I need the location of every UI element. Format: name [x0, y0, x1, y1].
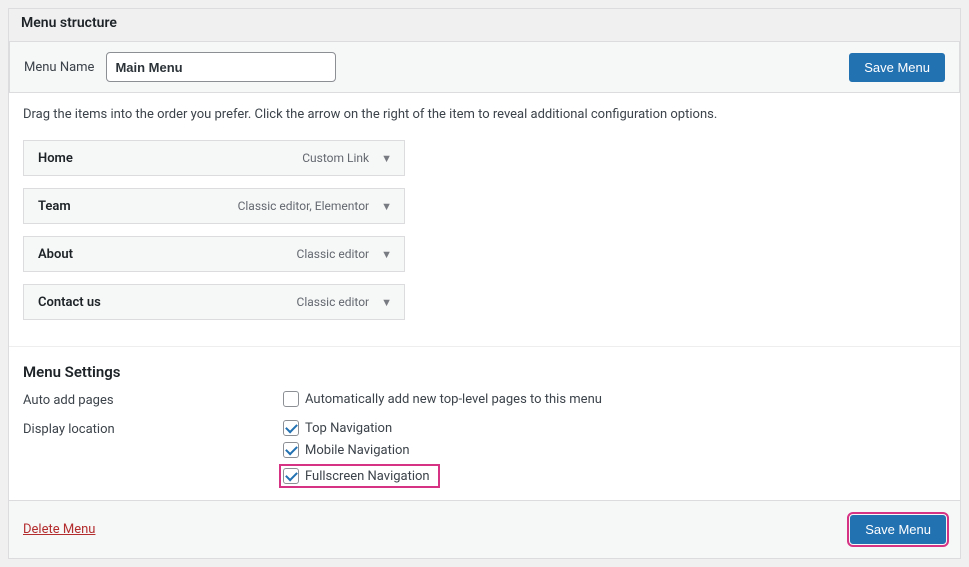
display-option-checkbox[interactable] — [283, 442, 299, 458]
menu-name-label: Menu Name — [24, 60, 94, 75]
display-option-label: Fullscreen Navigation — [305, 469, 430, 484]
display-option-checkbox[interactable] — [283, 420, 299, 436]
menu-name-input[interactable] — [106, 52, 336, 82]
footer-row: Delete Menu Save Menu — [9, 500, 960, 558]
display-option[interactable]: Top Navigation — [283, 420, 440, 436]
settings-title: Menu Settings — [23, 363, 946, 381]
auto-add-label: Auto add pages — [23, 391, 283, 408]
menu-item-title: About — [38, 247, 73, 262]
chevron-down-icon[interactable]: ▼ — [379, 152, 394, 165]
menu-item-type: Custom Link — [302, 151, 379, 165]
menu-items-list: HomeCustom Link▼TeamClassic editor, Elem… — [23, 140, 405, 320]
chevron-down-icon[interactable]: ▼ — [379, 296, 394, 309]
panel-body: Drag the items into the order you prefer… — [9, 93, 960, 558]
display-location-controls: Top Navigation Mobile Navigation Fullscree… — [283, 420, 440, 488]
menu-item-type: Classic editor — [297, 295, 380, 309]
menu-item[interactable]: Contact us Classic editor▼ — [23, 284, 405, 320]
auto-add-controls: Automatically add new top-level pages to… — [283, 391, 602, 407]
menu-item[interactable]: Team Classic editor, Elementor▼ — [23, 188, 405, 224]
menu-item-title: Team — [38, 199, 71, 214]
separator — [9, 346, 960, 347]
delete-menu-link[interactable]: Delete Menu — [23, 522, 95, 537]
auto-add-option-label: Automatically add new top-level pages to… — [305, 392, 602, 407]
auto-add-option[interactable]: Automatically add new top-level pages to… — [283, 391, 602, 407]
display-location-row: Display location Top Navigation Mobile Na… — [23, 420, 946, 488]
menu-item-type: Classic editor — [297, 247, 380, 261]
chevron-down-icon[interactable]: ▼ — [379, 200, 394, 213]
display-option-label: Top Navigation — [305, 421, 392, 436]
menu-item-type: Classic editor, Elementor — [238, 199, 380, 213]
menu-item[interactable]: Home Custom Link▼ — [23, 140, 405, 176]
auto-add-row: Auto add pages Automatically add new top… — [23, 391, 946, 408]
save-menu-button-top[interactable]: Save Menu — [849, 53, 945, 82]
menu-item[interactable]: About Classic editor▼ — [23, 236, 405, 272]
panel-title: Menu structure — [21, 15, 948, 31]
display-option[interactable]: Mobile Navigation — [283, 442, 440, 458]
menu-item-title: Home — [38, 151, 73, 166]
menu-item-title: Contact us — [38, 295, 101, 310]
panel-header: Menu structure — [9, 9, 960, 41]
display-location-label: Display location — [23, 420, 283, 437]
display-option-checkbox[interactable] — [283, 468, 299, 484]
instructions-text: Drag the items into the order you prefer… — [23, 107, 946, 122]
save-menu-button-bottom[interactable]: Save Menu — [850, 515, 946, 544]
menu-structure-panel: Menu structure Menu Name Save Menu Drag … — [8, 8, 961, 559]
menu-name-row: Menu Name Save Menu — [9, 41, 960, 93]
display-option-label: Mobile Navigation — [305, 443, 410, 458]
auto-add-checkbox[interactable] — [283, 391, 299, 407]
display-option[interactable]: Fullscreen Navigation — [279, 464, 440, 488]
chevron-down-icon[interactable]: ▼ — [379, 248, 394, 261]
